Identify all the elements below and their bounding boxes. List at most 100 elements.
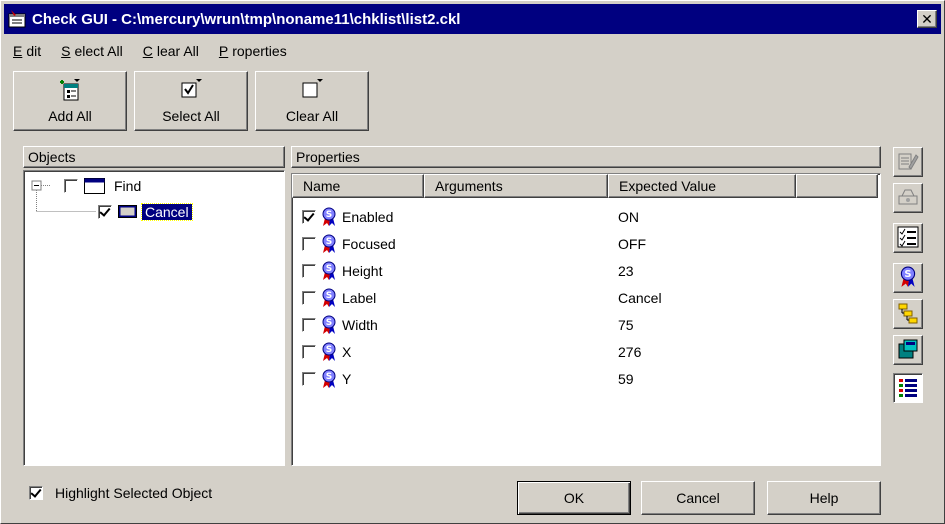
property-row[interactable]: S Focused OFF: [302, 231, 882, 257]
property-row[interactable]: S Y 59: [302, 366, 882, 392]
select-all-icon: [179, 78, 203, 102]
highlight-label: Highlight Selected Object: [55, 485, 213, 501]
property-expected-value[interactable]: Cancel: [618, 290, 662, 306]
tree-checkbox-cancel[interactable]: [98, 205, 112, 219]
menu-clear-all[interactable]: Clear All: [139, 41, 203, 63]
menu-bar: Edit Select All Clear All Properties: [9, 41, 291, 63]
check-list-button[interactable]: [893, 223, 923, 253]
clear-all-button[interactable]: Clear All: [255, 71, 369, 131]
title-bar[interactable]: Check GUI - C:\mercury\wrun\tmp\noname11…: [4, 4, 941, 34]
property-icon: S: [320, 369, 338, 389]
check-gui-window: Check GUI - C:\mercury\wrun\tmp\noname11…: [0, 0, 945, 524]
svg-text:S: S: [326, 264, 332, 274]
property-name: Label: [342, 290, 377, 306]
highlight-checkbox[interactable]: [29, 486, 43, 500]
cancel-button[interactable]: Cancel: [641, 481, 755, 515]
property-icon: S: [898, 266, 918, 291]
close-button[interactable]: ✕: [917, 10, 937, 28]
svg-text:S: S: [326, 237, 332, 247]
property-checkbox-enabled[interactable]: [302, 210, 316, 224]
ok-button[interactable]: OK: [517, 481, 631, 515]
property-icon: S: [320, 234, 338, 254]
window-title: Check GUI - C:\mercury\wrun\tmp\noname11…: [32, 10, 461, 28]
tree-label-cancel: Cancel: [141, 203, 193, 221]
property-icon: S: [320, 342, 338, 362]
tree-item-find[interactable]: Find: [64, 176, 141, 196]
hierarchy-view-button[interactable]: [893, 299, 923, 329]
property-checkbox-y[interactable]: [302, 372, 316, 386]
property-expected-value[interactable]: ON: [618, 209, 639, 225]
svg-text:S: S: [326, 345, 332, 355]
column-name[interactable]: Name: [292, 174, 424, 198]
tree-checkbox-find[interactable]: [64, 179, 78, 193]
highlight-selected-object[interactable]: Highlight Selected Object: [29, 485, 212, 501]
property-name: Width: [342, 317, 378, 333]
property-view-button[interactable]: S: [893, 263, 923, 293]
clear-all-icon: [300, 78, 324, 102]
property-icon: S: [320, 261, 338, 281]
column-arguments[interactable]: Arguments: [424, 174, 608, 198]
edit-expected-value-button[interactable]: [893, 147, 923, 177]
hierarchy-icon: [897, 302, 919, 327]
property-icon: S: [320, 207, 338, 227]
svg-text:S: S: [326, 318, 332, 328]
property-name: Enabled: [342, 209, 394, 225]
list-view-icon: [897, 376, 919, 401]
svg-text:S: S: [326, 210, 332, 220]
property-icon: S: [320, 315, 338, 335]
close-icon: ✕: [921, 11, 933, 27]
clear-all-label: Clear All: [285, 108, 339, 124]
properties-columns: Name Arguments Expected Value: [292, 174, 878, 198]
property-checkbox-width[interactable]: [302, 318, 316, 332]
property-name: X: [342, 344, 352, 360]
property-checkbox-height[interactable]: [302, 264, 316, 278]
property-row[interactable]: S Enabled ON: [302, 204, 882, 230]
toolbar: Add All Select All Clear All: [13, 71, 376, 131]
property-name: Focused: [342, 236, 396, 252]
property-row[interactable]: S Width 75: [302, 312, 882, 338]
properties-header: Properties: [291, 146, 881, 168]
column-expected-value[interactable]: Expected Value: [608, 174, 796, 198]
help-button[interactable]: Help: [767, 481, 881, 515]
svg-text:S: S: [904, 269, 911, 280]
edit-arguments-icon: [897, 186, 919, 211]
property-icon: S: [320, 288, 338, 308]
property-row[interactable]: S X 276: [302, 339, 882, 365]
tree-item-cancel[interactable]: Cancel: [98, 202, 193, 222]
property-name: Y: [342, 371, 352, 387]
select-all-button[interactable]: Select All: [134, 71, 248, 131]
menu-edit[interactable]: Edit: [9, 41, 45, 63]
select-all-label: Select All: [162, 108, 220, 124]
property-expected-value[interactable]: OFF: [618, 236, 646, 252]
button-object-icon: [118, 205, 138, 219]
column-filler: [796, 174, 878, 198]
svg-text:S: S: [326, 372, 332, 382]
check-list-icon: [897, 226, 919, 251]
object-class-button[interactable]: [893, 335, 923, 365]
property-expected-value[interactable]: 75: [618, 317, 634, 333]
window-icon: [84, 178, 106, 194]
edit-arguments-button[interactable]: [893, 183, 923, 213]
add-all-label: Add All: [48, 108, 92, 124]
menu-properties[interactable]: Properties: [215, 41, 291, 63]
svg-text:S: S: [326, 291, 332, 301]
property-expected-value[interactable]: 276: [618, 344, 641, 360]
list-view-button[interactable]: [893, 373, 923, 403]
winrunner-app-icon: [8, 9, 28, 29]
add-all-button[interactable]: Add All: [13, 71, 127, 131]
tree-collapse-icon[interactable]: [32, 181, 41, 190]
tree-label-find: Find: [114, 178, 142, 194]
property-checkbox-x[interactable]: [302, 345, 316, 359]
property-name: Height: [342, 263, 383, 279]
add-all-icon: [58, 78, 82, 102]
property-checkbox-focused[interactable]: [302, 237, 316, 251]
property-row[interactable]: S Label Cancel: [302, 285, 882, 311]
property-row[interactable]: S Height 23: [302, 258, 882, 284]
objects-header: Objects: [23, 146, 285, 168]
property-expected-value[interactable]: 23: [618, 263, 634, 279]
property-checkbox-label[interactable]: [302, 291, 316, 305]
properties-list[interactable]: Name Arguments Expected Value S Enabled …: [291, 173, 881, 466]
menu-select-all[interactable]: Select All: [57, 41, 127, 63]
property-expected-value[interactable]: 59: [618, 371, 634, 387]
objects-tree[interactable]: Find Cancel: [23, 170, 285, 466]
